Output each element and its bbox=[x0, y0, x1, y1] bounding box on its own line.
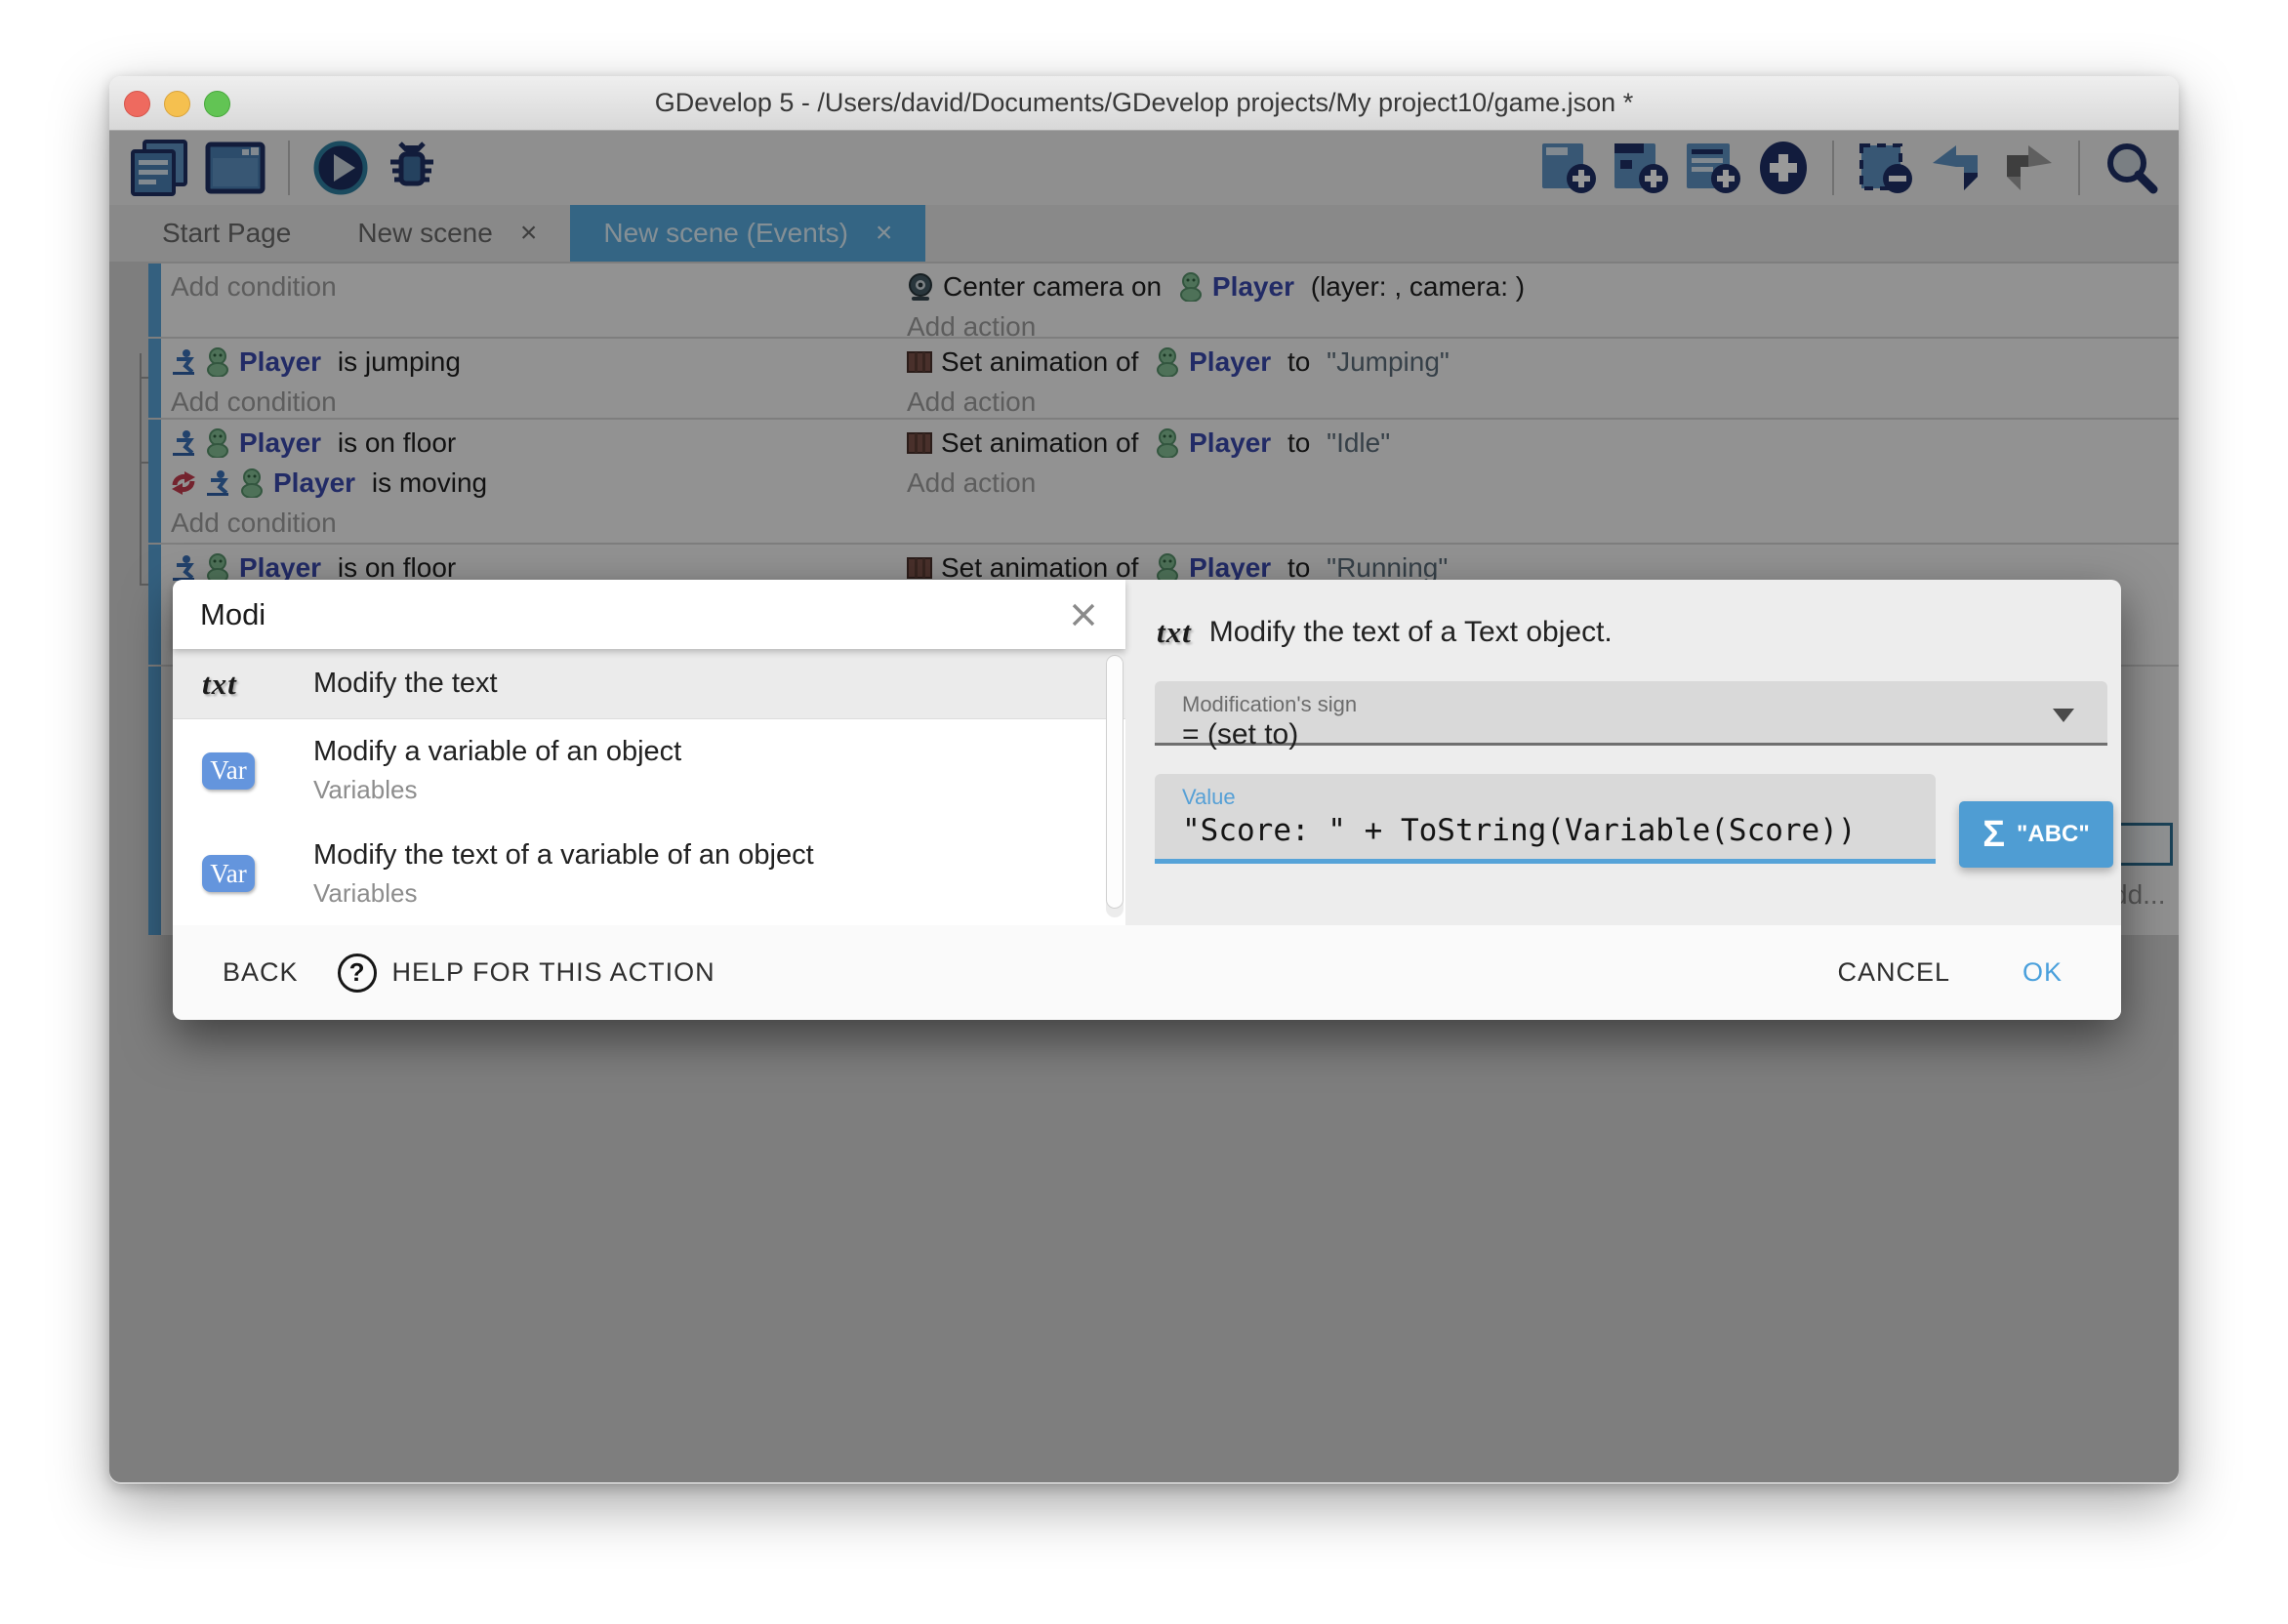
result-modify-variable-of-object[interactable]: Var Modify a variable of an object Varia… bbox=[173, 719, 1125, 822]
abc-label: "ABC" bbox=[2017, 821, 2090, 848]
variable-icon: Var bbox=[202, 752, 255, 790]
value-label: Value bbox=[1182, 785, 1236, 810]
cancel-button[interactable]: CANCEL bbox=[1837, 957, 1950, 988]
gdevelop-window: GDevelop 5 - /Users/david/Documents/GDev… bbox=[109, 76, 2179, 1483]
result-text: Modify a variable of an object Variables bbox=[313, 736, 681, 805]
close-window-button[interactable] bbox=[124, 91, 150, 117]
window-title: GDevelop 5 - /Users/david/Documents/GDev… bbox=[109, 88, 2179, 118]
select-label: Modification's sign bbox=[1182, 692, 1357, 717]
result-text: Modify the text of a variable of an obje… bbox=[313, 839, 814, 909]
instruction-header: txt Modify the text of a Text object. bbox=[1157, 615, 1613, 650]
chevron-down-icon[interactable] bbox=[2053, 709, 2074, 722]
result-subtitle: Variables bbox=[313, 878, 814, 909]
minimize-window-button[interactable] bbox=[164, 91, 190, 117]
clear-search-icon[interactable] bbox=[1067, 598, 1100, 631]
search-bar[interactable]: Modi bbox=[173, 580, 1125, 649]
instruction-search-panel: Modi txt Modify the text bbox=[173, 580, 1125, 925]
instruction-editor-dialog: Modi txt Modify the text bbox=[173, 580, 2121, 1020]
icon-slot: Var bbox=[202, 855, 313, 892]
dialog-footer: BACK ? HELP FOR THIS ACTION CANCEL OK bbox=[173, 925, 2121, 1020]
open-expression-editor-button[interactable]: Σ "ABC" bbox=[1959, 801, 2113, 868]
ok-button[interactable]: OK bbox=[2022, 957, 2063, 988]
desktop: GDevelop 5 - /Users/david/Documents/GDev… bbox=[0, 0, 2288, 1624]
search-results-list: txt Modify the text Var Modify a variabl… bbox=[173, 649, 1125, 925]
text-object-icon: txt bbox=[202, 667, 237, 702]
text-object-icon: txt bbox=[1157, 615, 1192, 650]
traffic-lights bbox=[124, 76, 230, 131]
modification-sign-select[interactable]: Modification's sign = (set to) bbox=[1155, 681, 2107, 746]
instruction-title: Modify the text of a Text object. bbox=[1209, 616, 1613, 649]
result-subtitle: Variables bbox=[313, 775, 681, 805]
icon-slot: txt bbox=[202, 667, 313, 702]
result-modify-text-of-variable-of-object[interactable]: Var Modify the text of a variable of an … bbox=[173, 822, 1125, 925]
list-scrollbar[interactable] bbox=[1106, 653, 1124, 917]
result-title: Modify the text bbox=[313, 668, 498, 700]
result-title: Modify a variable of an object bbox=[313, 736, 681, 768]
value-field[interactable]: Value "Score: " + ToString(Variable(Scor… bbox=[1155, 774, 1936, 864]
variable-icon: Var bbox=[202, 855, 255, 892]
select-value: = (set to) bbox=[1182, 718, 1298, 751]
back-button[interactable]: BACK bbox=[223, 957, 299, 988]
result-title: Modify the text of a variable of an obje… bbox=[313, 839, 814, 872]
icon-slot: Var bbox=[202, 752, 313, 790]
help-icon[interactable]: ? bbox=[338, 954, 377, 993]
help-button[interactable]: HELP FOR THIS ACTION bbox=[392, 957, 715, 988]
result-modify-the-text[interactable]: txt Modify the text bbox=[173, 649, 1125, 719]
value-input[interactable]: "Score: " + ToString(Variable(Score)) bbox=[1182, 813, 1857, 848]
search-input[interactable]: Modi bbox=[200, 597, 1067, 632]
titlebar[interactable]: GDevelop 5 - /Users/david/Documents/GDev… bbox=[109, 76, 2179, 131]
zoom-window-button[interactable] bbox=[204, 91, 230, 117]
scrollbar-thumb[interactable] bbox=[1106, 655, 1124, 909]
sigma-icon: Σ bbox=[1982, 814, 2005, 856]
